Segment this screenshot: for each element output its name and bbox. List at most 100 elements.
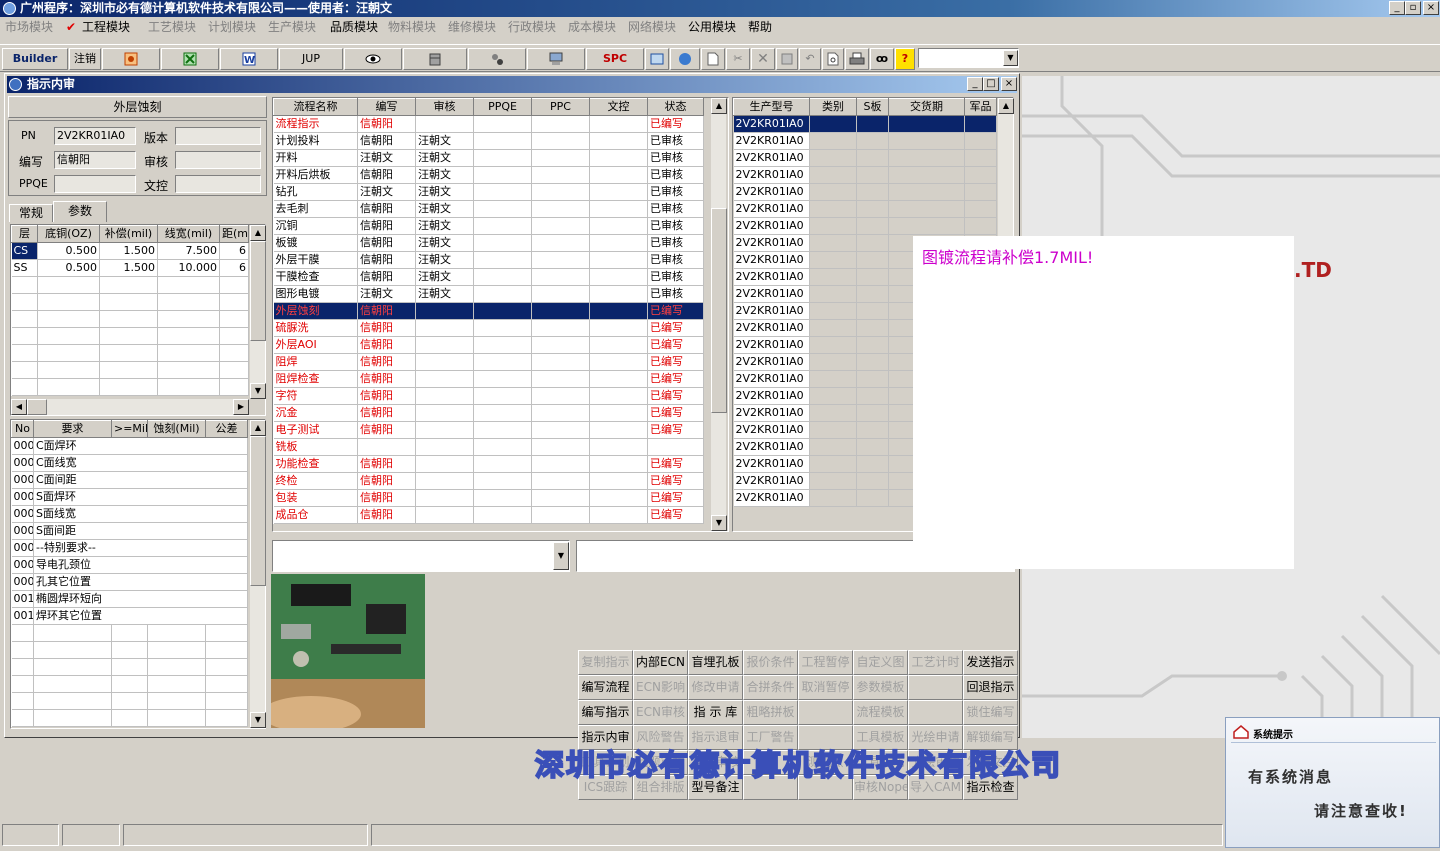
jup-button[interactable]: JUP — [279, 48, 343, 70]
flow-cell[interactable] — [589, 370, 648, 388]
param-vscroll-thumb[interactable] — [250, 241, 266, 341]
flow-cell[interactable] — [589, 421, 648, 439]
param-cell[interactable]: 0.500 — [37, 259, 100, 277]
model-cell[interactable] — [964, 166, 997, 184]
flow-cell[interactable] — [473, 387, 532, 405]
action-button-2-5[interactable]: 流程模板 — [853, 700, 908, 725]
flow-cell[interactable]: 信朝阳 — [357, 268, 416, 286]
flow-cell[interactable]: 已编写 — [647, 404, 704, 422]
pn-field[interactable]: 2V2KR01IA0 — [54, 127, 136, 145]
model-cell[interactable] — [809, 183, 857, 201]
flow-row[interactable]: 成品仓 信朝阳 已编写 — [273, 506, 704, 524]
scroll-up-icon[interactable]: ▲ — [711, 98, 727, 114]
model-cell[interactable] — [856, 132, 889, 150]
model-number[interactable]: 2V2KR01IA0 — [733, 302, 810, 320]
req-row[interactable]: 000 S面间距 — [11, 522, 248, 540]
flow-cell[interactable] — [415, 387, 474, 405]
flow-row[interactable]: 铣板 — [273, 438, 704, 456]
flow-cell[interactable] — [415, 115, 474, 133]
flow-cell[interactable] — [531, 115, 590, 133]
flow-row[interactable]: 电子测试 信朝阳 已编写 — [273, 421, 704, 439]
action-button-0-0[interactable]: 复制指示 — [578, 650, 633, 675]
flow-cell[interactable]: 外层AOI — [273, 336, 358, 354]
model-row[interactable]: 2V2KR01IA0 — [733, 200, 997, 218]
param-cell[interactable]: 7.500 — [157, 242, 220, 260]
model-cell[interactable] — [809, 115, 857, 133]
menu-item-5[interactable]: 品质模块 — [330, 17, 378, 37]
flow-cell[interactable] — [589, 489, 648, 507]
model-cell[interactable] — [964, 132, 997, 150]
flow-cell[interactable]: 已编写 — [647, 421, 704, 439]
flow-row[interactable]: 钻孔 汪朝文 汪朝文 已审核 — [273, 183, 704, 201]
flow-cell[interactable]: 信朝阳 — [357, 336, 416, 354]
model-cell[interactable] — [856, 234, 889, 252]
app-icon[interactable] — [3, 2, 16, 15]
action-button-0-1[interactable]: 内部ECN — [633, 650, 688, 675]
flow-cell[interactable] — [415, 421, 474, 439]
save-button[interactable] — [776, 48, 798, 70]
view-button[interactable] — [344, 48, 402, 70]
flow-cell[interactable] — [589, 455, 648, 473]
flow-cell[interactable]: 铣板 — [273, 438, 358, 456]
action-button-0-5[interactable]: 自定义图 — [853, 650, 908, 675]
action-button-0-6[interactable]: 工艺计时 — [908, 650, 963, 675]
toolbar-combo[interactable]: ▼ — [918, 48, 1019, 68]
flow-cell[interactable] — [589, 183, 648, 201]
flow-cell[interactable]: 信朝阳 — [357, 251, 416, 269]
scroll-down-icon[interactable]: ▼ — [250, 712, 266, 728]
flow-header[interactable]: PPQE — [473, 98, 532, 116]
menu-item-10[interactable]: 网络模块 — [628, 17, 676, 37]
flow-cell[interactable] — [589, 404, 648, 422]
flow-row[interactable]: 图形电镀 汪朝文 汪朝文 已审核 — [273, 285, 704, 303]
chevron-down-icon[interactable]: ▼ — [1003, 50, 1018, 66]
flow-cell[interactable]: 已审核 — [647, 234, 704, 252]
flow-cell[interactable] — [473, 370, 532, 388]
flow-cell[interactable] — [415, 353, 474, 371]
model-cell[interactable] — [809, 336, 857, 354]
flow-cell[interactable] — [531, 251, 590, 269]
model-number[interactable]: 2V2KR01IA0 — [733, 336, 810, 354]
tab-parameters[interactable]: 参数 — [53, 201, 107, 222]
flow-cell[interactable] — [473, 268, 532, 286]
flow-cell[interactable] — [589, 234, 648, 252]
flow-cell[interactable]: 信朝阳 — [357, 421, 416, 439]
req-row[interactable]: 000 导电孔颈位 — [11, 556, 248, 574]
model-cell[interactable] — [856, 200, 889, 218]
flow-cell[interactable]: 板镀 — [273, 234, 358, 252]
menu-item-6[interactable]: 物料模块 — [388, 17, 436, 37]
action-button-2-3[interactable]: 粗略拼板 — [743, 700, 798, 725]
action-button-1-7[interactable]: 回退指示 — [963, 675, 1018, 700]
model-row[interactable]: 2V2KR01IA0 — [733, 149, 997, 167]
model-cell[interactable] — [888, 166, 965, 184]
action-button-0-7[interactable]: 发送指示 — [963, 650, 1018, 675]
action-button-2-1[interactable]: ECN审核 — [633, 700, 688, 725]
flow-row[interactable]: 阻焊 信朝阳 已编写 — [273, 353, 704, 371]
flow-cell[interactable] — [589, 302, 648, 320]
action-button-1-1[interactable]: ECN影响 — [633, 675, 688, 700]
flow-cell[interactable]: 信朝阳 — [357, 455, 416, 473]
scroll-down-icon[interactable]: ▼ — [711, 515, 727, 531]
flow-row[interactable]: 外层AOI 信朝阳 已编写 — [273, 336, 704, 354]
flow-cell[interactable] — [531, 183, 590, 201]
menu-item-2[interactable]: 工艺模块 — [148, 17, 196, 37]
child-app-icon[interactable] — [9, 78, 22, 91]
flow-cell[interactable] — [473, 336, 532, 354]
action-button-1-5[interactable]: 参数模板 — [853, 675, 908, 700]
author-field[interactable]: 信朝阳 — [54, 151, 136, 169]
flow-cell[interactable]: 计划投料 — [273, 132, 358, 150]
flow-cell[interactable]: 已审核 — [647, 285, 704, 303]
model-cell[interactable] — [888, 183, 965, 201]
model-cell[interactable] — [809, 285, 857, 303]
model-cell[interactable] — [888, 200, 965, 218]
flow-cell[interactable]: 已编写 — [647, 302, 704, 320]
model-header[interactable]: 交货期 — [888, 98, 965, 116]
flow-cell[interactable] — [415, 472, 474, 490]
flow-cell[interactable]: 去毛刺 — [273, 200, 358, 218]
param-row[interactable]: CS 0.500 1.500 7.500 6 — [11, 242, 249, 260]
menu-item-7[interactable]: 维修模块 — [448, 17, 496, 37]
model-cell[interactable] — [888, 149, 965, 167]
preview-button[interactable] — [822, 48, 844, 70]
tools-button[interactable] — [468, 48, 526, 70]
delete-button[interactable]: ✕ — [751, 48, 775, 70]
flow-cell[interactable]: 信朝阳 — [357, 319, 416, 337]
